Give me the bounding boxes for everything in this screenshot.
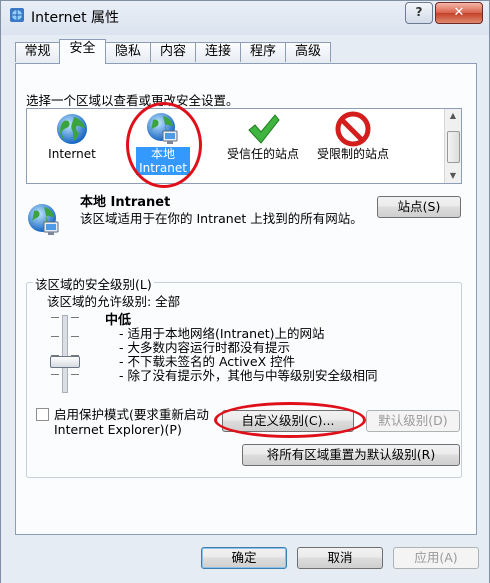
tab-privacy[interactable]: 隐私 [105,42,151,62]
cancel-button[interactable]: 取消 [297,547,383,569]
scroll-thumb[interactable] [447,131,460,163]
tab-advanced[interactable]: 高级 [285,42,331,62]
internet-options-icon [10,8,24,22]
level-bullet: - 大多数内容运行时都没有提示 [119,340,290,355]
default-level-button[interactable]: 默认级别(D) [366,410,460,432]
local-intranet-detail-icon [28,204,59,235]
zone-internet-label: Internet [48,147,96,161]
slider-tick [71,317,79,318]
level-bullet: - 除了没有提示外，其他与中等级别安全级相同 [119,368,378,383]
tab-content[interactable]: 内容 [150,42,196,62]
zone-list: Internet 本地 Intranet 受信任的站点 受限制的站点 ▲ ▼ [26,108,462,184]
zone-trusted-sites[interactable]: 受信任的站点 [215,111,311,161]
dialog-footer: 确定 取消 应用(A) [1,535,489,583]
scroll-down-icon[interactable]: ▼ [445,169,461,183]
protected-mode-checkbox[interactable] [36,408,49,421]
title-bar: Internet 属性 ? ✕ [1,1,489,31]
highlight-circle-custom-level [214,402,366,438]
slider-tick [51,317,59,318]
sites-button[interactable]: 站点(S) [377,196,461,218]
zone-detail-title: 本地 Intranet [80,195,171,210]
tab-connections[interactable]: 连接 [195,42,241,62]
allowed-level-text: 该区域的允许级别: 全部 [47,294,181,309]
zone-internet[interactable]: Internet [27,111,117,161]
security-panel: 选择一个区域以查看或更改安全设置。 Internet 本地 Intranet 受… [15,63,477,535]
slider-tick [51,336,59,337]
ok-button[interactable]: 确定 [201,547,287,569]
close-button[interactable]: ✕ [435,2,483,24]
zone-instruction: 选择一个区域以查看或更改安全设置。 [26,93,239,108]
zone-trusted-sites-label: 受信任的站点 [226,147,299,161]
protected-mode-label: 启用保护模式(要求重新启动 Internet Explorer)(P) [54,407,209,437]
help-button[interactable]: ? [405,2,433,24]
slider-tick [71,336,79,337]
highlight-circle-zone [126,102,202,188]
slider-tick [51,374,59,375]
internet-properties-window: Internet 属性 ? ✕ 常规 安全 隐私 内容 连接 程序 高级 选择一… [0,0,490,583]
slider-thumb[interactable] [50,356,80,368]
security-level-description: - 适用于本地网络(Intranet)上的网站 - 大多数内容运行时都没有提示 … [119,327,378,383]
zone-restricted-sites-label: 受限制的站点 [316,147,389,161]
tab-programs[interactable]: 程序 [240,42,286,62]
tab-security[interactable]: 安全 [59,39,106,64]
window-title: Internet 属性 [31,10,120,26]
scroll-up-icon[interactable]: ▲ [445,109,461,123]
tab-general[interactable]: 常规 [15,42,60,62]
level-bullet: - 不下载未签名的 ActiveX 控件 [119,354,296,369]
reset-all-zones-button[interactable]: 将所有区域重置为默认级别(R) [242,444,460,466]
level-bullet: - 适用于本地网络(Intranet)上的网站 [119,326,325,341]
apply-button[interactable]: 应用(A) [393,547,479,569]
zone-restricted-sites[interactable]: 受限制的站点 [305,111,401,161]
restricted-icon [335,111,371,147]
slider-track [62,315,68,393]
zone-detail-description: 该区域适用于在你的 Intranet 上找到的所有网站。 [80,211,363,226]
zone-list-scrollbar[interactable]: ▲ ▼ [444,109,461,183]
slider-tick [71,374,79,375]
globe-icon [57,114,87,144]
check-icon [248,114,280,144]
